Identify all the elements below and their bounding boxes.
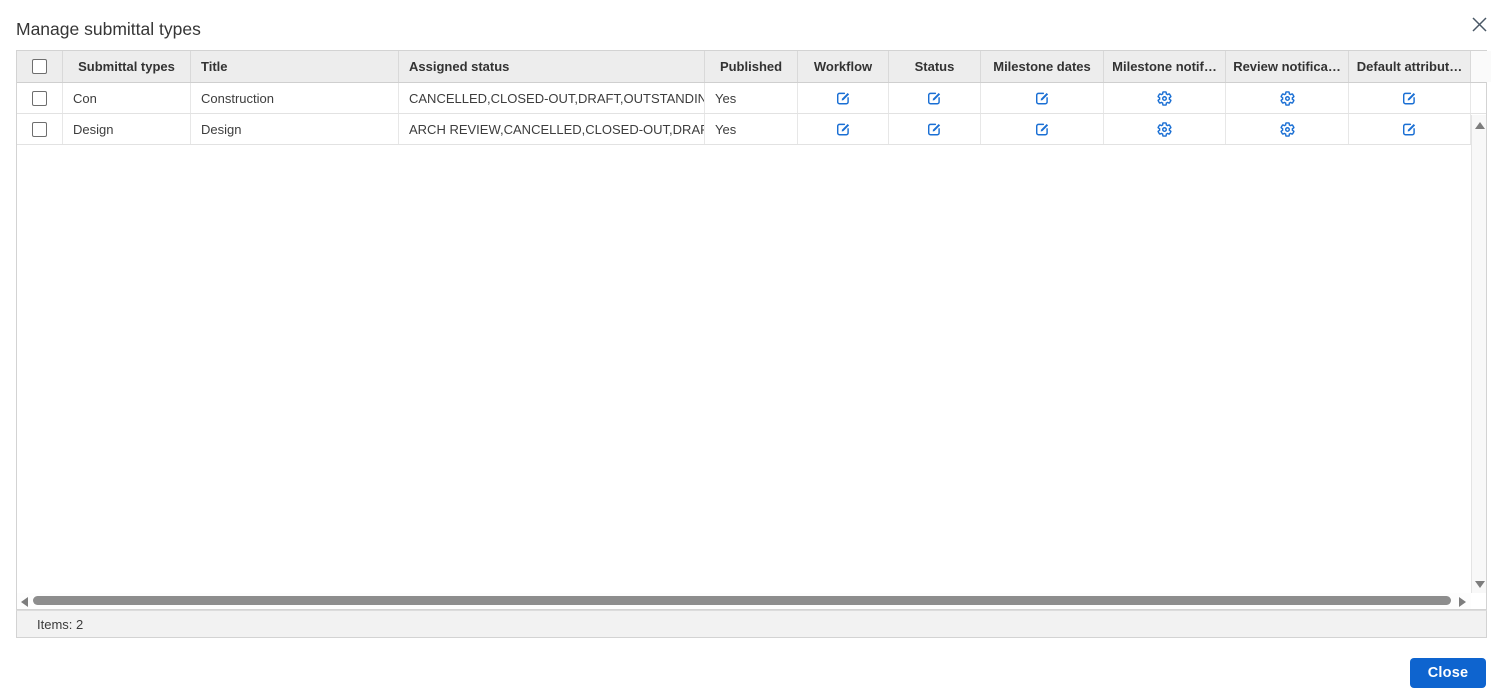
- cell-workflow: [798, 83, 889, 113]
- cell-submittal-type: Design: [63, 114, 191, 144]
- column-header-status[interactable]: Status: [889, 51, 981, 82]
- gear-icon[interactable]: [1153, 87, 1177, 109]
- edit-icon[interactable]: [1030, 87, 1054, 109]
- cell-milestone-notifications: [1104, 114, 1226, 144]
- cell-milestone-notifications: [1104, 83, 1226, 113]
- edit-icon[interactable]: [923, 118, 947, 140]
- row-select-cell: [17, 83, 63, 113]
- select-all-checkbox[interactable]: [32, 59, 47, 74]
- cell-title: Construction: [191, 83, 399, 113]
- grid-header-row: Submittal types Title Assigned status Pu…: [17, 51, 1491, 83]
- column-header-milestone-notifications[interactable]: Milestone notif…: [1104, 51, 1226, 82]
- gear-icon[interactable]: [1275, 118, 1299, 140]
- scroll-down-icon[interactable]: [1475, 581, 1485, 588]
- cell-status: [889, 114, 981, 144]
- close-button[interactable]: Close: [1410, 658, 1486, 688]
- page-title: Manage submittal types: [16, 19, 201, 39]
- cell-assigned-status: ARCH REVIEW,CANCELLED,CLOSED-OUT,DRAFT,O…: [399, 114, 705, 144]
- horizontal-scrollbar-thumb[interactable]: [33, 596, 1451, 605]
- cell-workflow: [798, 114, 889, 144]
- table-row: Design Design ARCH REVIEW,CANCELLED,CLOS…: [17, 114, 1486, 145]
- cell-published: Yes: [705, 114, 798, 144]
- table-row: Con Construction CANCELLED,CLOSED-OUT,DR…: [17, 83, 1486, 114]
- cell-status: [889, 83, 981, 113]
- scroll-right-icon[interactable]: [1459, 597, 1466, 607]
- column-header-milestone-dates[interactable]: Milestone dates: [981, 51, 1104, 82]
- column-header-published[interactable]: Published: [705, 51, 798, 82]
- edit-icon[interactable]: [1398, 87, 1422, 109]
- cell-title: Design: [191, 114, 399, 144]
- edit-icon[interactable]: [923, 87, 947, 109]
- row-select-cell: [17, 114, 63, 144]
- submittal-types-grid: Submittal types Title Assigned status Pu…: [16, 50, 1491, 610]
- row-checkbox[interactable]: [32, 90, 47, 106]
- cell-milestone-dates: [981, 83, 1104, 113]
- vertical-scrollbar[interactable]: [1471, 115, 1486, 593]
- edit-icon[interactable]: [831, 118, 855, 140]
- column-header-select: [17, 51, 63, 82]
- grid-footer: Items: 2: [16, 610, 1487, 638]
- column-header-title[interactable]: Title: [191, 51, 399, 82]
- cell-review-notifications: [1226, 114, 1349, 144]
- column-header-review-notifications[interactable]: Review notifica…: [1226, 51, 1349, 82]
- cell-review-notifications: [1226, 83, 1349, 113]
- gear-icon[interactable]: [1275, 87, 1299, 109]
- cell-submittal-type: Con: [63, 83, 191, 113]
- column-header-default-attributes[interactable]: Default attribut…: [1349, 51, 1471, 82]
- row-checkbox[interactable]: [32, 121, 47, 137]
- column-header-workflow[interactable]: Workflow: [798, 51, 889, 82]
- cell-milestone-dates: [981, 114, 1104, 144]
- horizontal-scrollbar[interactable]: [17, 593, 1471, 609]
- cell-default-attributes: [1349, 114, 1471, 144]
- gear-icon[interactable]: [1153, 118, 1177, 140]
- edit-icon[interactable]: [831, 87, 855, 109]
- edit-icon[interactable]: [1030, 118, 1054, 140]
- close-icon[interactable]: [1467, 12, 1491, 36]
- column-header-submittal-types[interactable]: Submittal types: [63, 51, 191, 82]
- column-header-assigned-status[interactable]: Assigned status: [399, 51, 705, 82]
- scroll-up-icon[interactable]: [1475, 122, 1485, 129]
- grid-body: Con Construction CANCELLED,CLOSED-OUT,DR…: [17, 83, 1486, 593]
- edit-icon[interactable]: [1398, 118, 1422, 140]
- cell-default-attributes: [1349, 83, 1471, 113]
- cell-published: Yes: [705, 83, 798, 113]
- header-scrollbar-stub: [1471, 51, 1491, 82]
- items-count: Items: 2: [37, 616, 84, 632]
- cell-assigned-status: CANCELLED,CLOSED-OUT,DRAFT,OUTSTANDING,R…: [399, 83, 705, 113]
- scroll-left-icon[interactable]: [21, 597, 28, 607]
